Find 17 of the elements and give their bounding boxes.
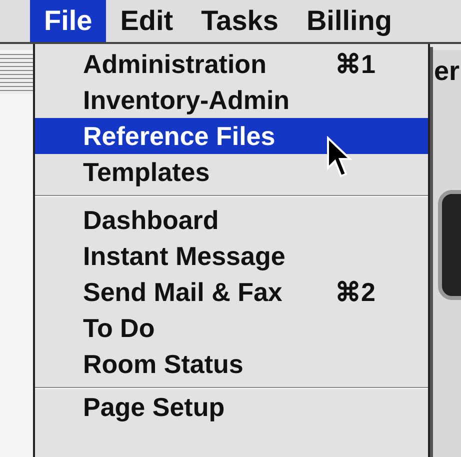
menu-item[interactable]: Administration ⌘1	[35, 46, 428, 82]
menu-item[interactable]: Room Status	[35, 346, 428, 382]
menu-item[interactable]: Send Mail & Fax ⌘2	[35, 274, 428, 310]
menu-bar-item[interactable]: Tasks	[187, 0, 292, 42]
window-text: er	[433, 55, 461, 85]
menu-bar-item[interactable]: Edit	[106, 0, 188, 42]
menu-item[interactable]: Templates	[35, 154, 428, 190]
cursor-arrow-icon	[326, 136, 352, 180]
menu-item[interactable]: Inventory-Admin	[35, 82, 428, 118]
menu-bar-item[interactable]: File	[30, 0, 106, 42]
menu-item[interactable]: Page Setup	[35, 394, 428, 421]
menu-item[interactable]: Dashboard	[35, 202, 428, 238]
menu-bar-item[interactable]: Billing	[292, 0, 406, 42]
menu-item[interactable]: To Do	[35, 310, 428, 346]
menu-item[interactable]: Instant Message	[35, 238, 428, 274]
title-bar-stripes	[0, 54, 34, 94]
menu-item[interactable]: Reference Files	[35, 118, 428, 154]
